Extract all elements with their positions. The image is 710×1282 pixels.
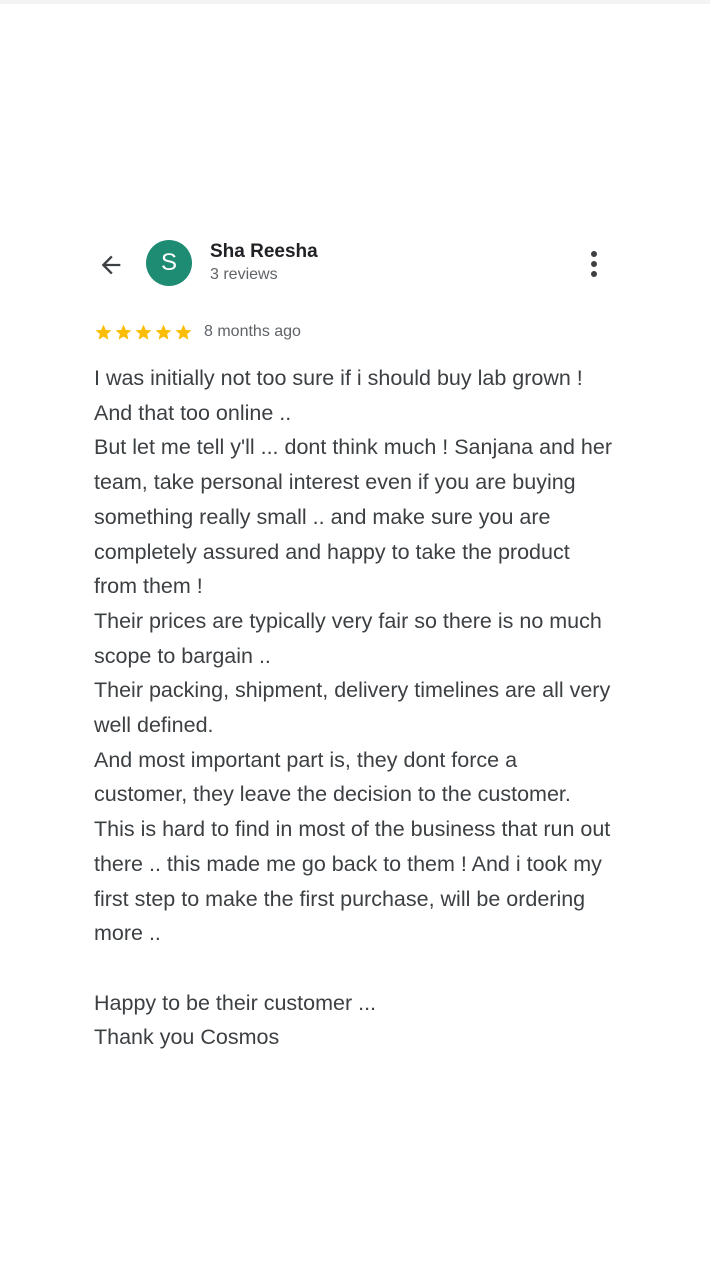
avatar-initial: S (160, 249, 177, 276)
reviewer-name[interactable]: Sha Reesha (210, 241, 318, 263)
rating-row: 8 months ago (94, 319, 301, 345)
review-time: 8 months ago (204, 323, 301, 340)
more-options-button[interactable] (578, 246, 610, 282)
arrow-back-icon (101, 255, 121, 275)
star-rating (94, 323, 193, 342)
avatar[interactable]: S (146, 240, 192, 286)
star-icon (95, 324, 112, 340)
back-button[interactable] (92, 246, 130, 284)
star-icon (175, 324, 192, 340)
more-vertical-icon (591, 251, 597, 277)
star-icon (115, 324, 132, 340)
star-icon (135, 324, 152, 340)
review-header: S Sha Reesha 3 reviews (0, 238, 710, 290)
star-icon (155, 324, 172, 340)
review-text: I was initially not too sure if i should… (94, 366, 612, 1050)
status-area-edge (0, 0, 710, 4)
reviewer-review-count: 3 reviews (210, 266, 278, 283)
